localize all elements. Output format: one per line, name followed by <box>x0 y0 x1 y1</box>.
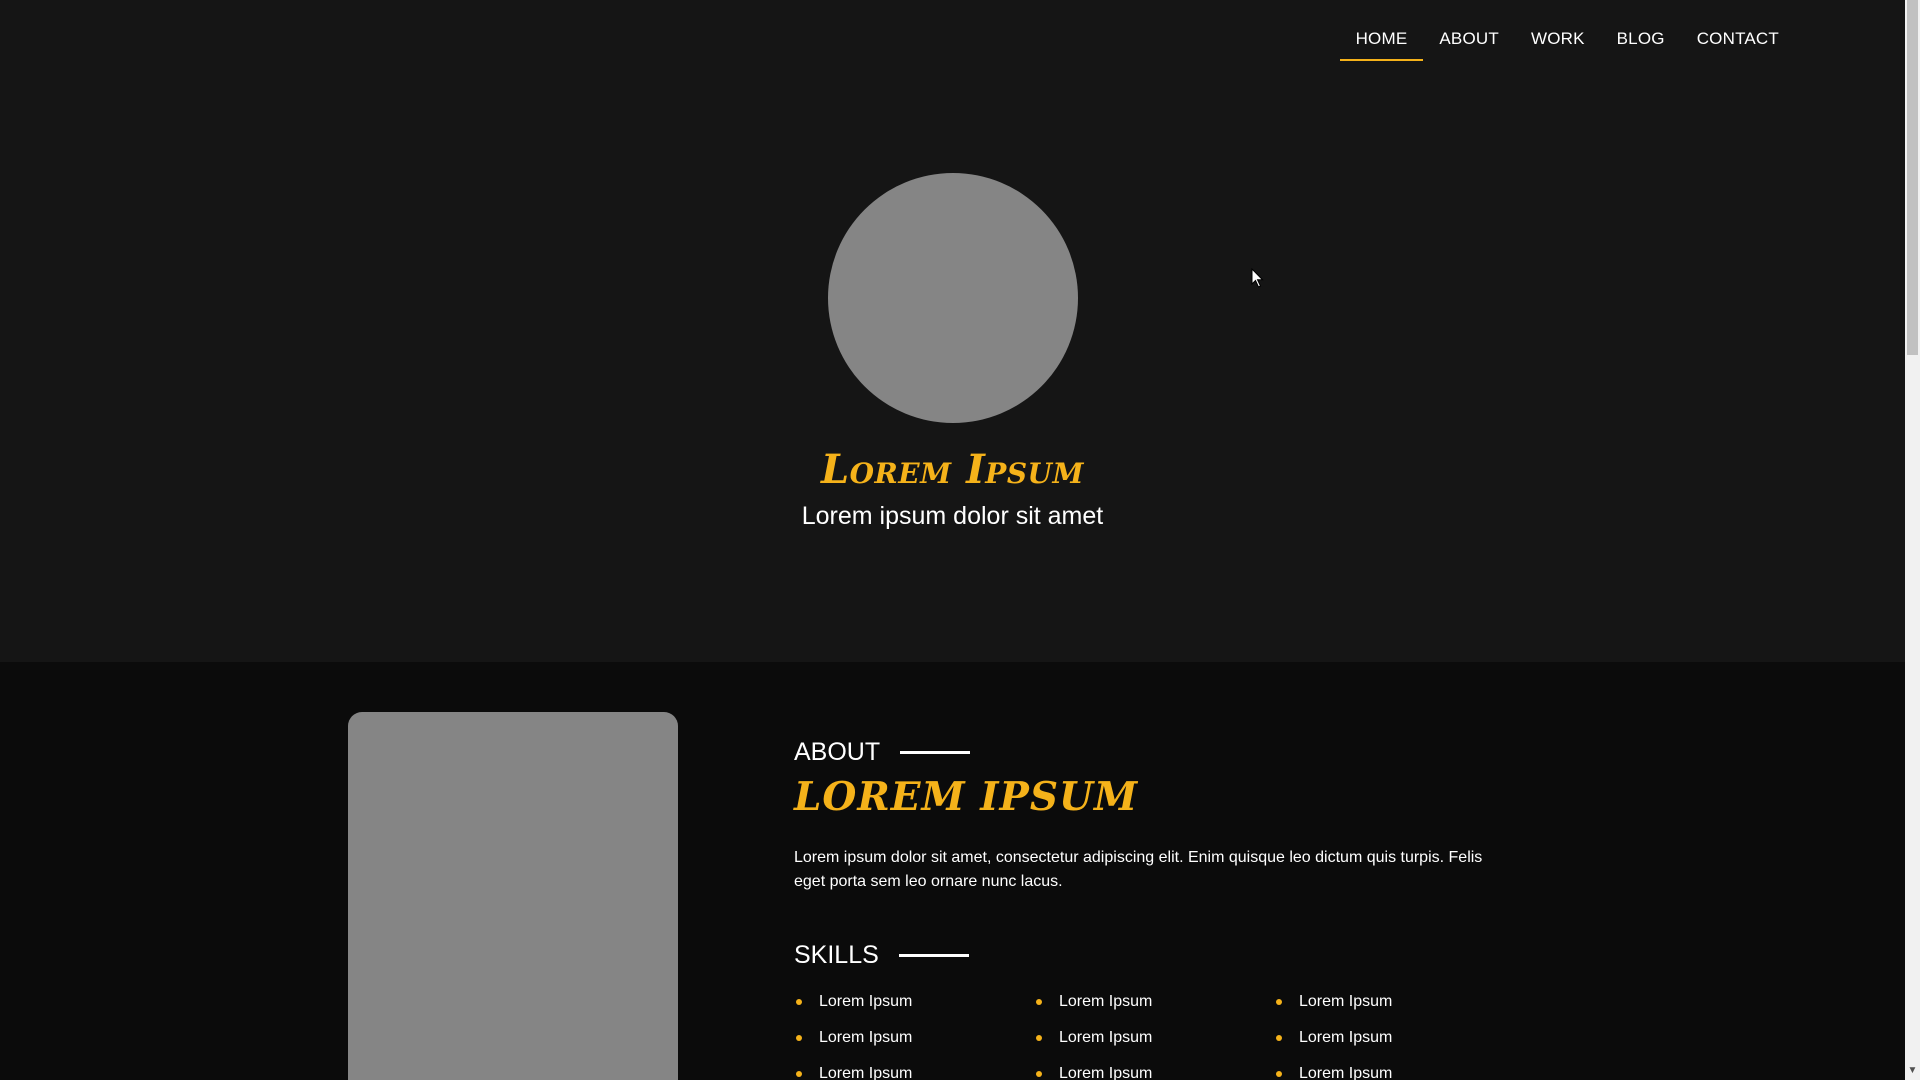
hero-avatar-placeholder <box>828 173 1078 423</box>
skills-heading-label: SKILLS <box>794 941 879 969</box>
about-heading-label: ABOUT <box>794 738 881 766</box>
scrollbar-thumb[interactable] <box>1907 0 1918 355</box>
skills-heading: SKILLS <box>794 941 969 970</box>
skill-item: Lorem Ipsum <box>1274 1026 1514 1050</box>
skill-item: Lorem Ipsum <box>794 1062 1034 1080</box>
skill-item: Lorem Ipsum <box>1034 1026 1274 1050</box>
hero-subtitle: Lorem ipsum dolor sit amet <box>801 502 1104 530</box>
page: Lorem Ipsum Lorem ipsum dolor sit amet H… <box>0 0 1920 1080</box>
about-image-placeholder <box>348 712 678 1080</box>
mouse-pointer-icon <box>1251 268 1264 288</box>
hero-section: Lorem Ipsum Lorem ipsum dolor sit amet <box>0 0 1905 662</box>
skill-item: Lorem Ipsum <box>1034 1062 1274 1080</box>
vertical-scrollbar[interactable]: ▼ <box>1905 0 1920 1080</box>
nav-item-work[interactable]: WORK <box>1515 17 1601 63</box>
skill-item: Lorem Ipsum <box>1034 990 1274 1014</box>
skill-item: Lorem Ipsum <box>794 990 1034 1014</box>
nav-item-blog[interactable]: BLOG <box>1601 17 1681 63</box>
hero-name: Lorem Ipsum <box>821 446 1084 493</box>
heading-divider <box>898 954 969 957</box>
skills-list: Lorem Ipsum Lorem Ipsum Lorem Ipsum Lore… <box>794 990 1514 1080</box>
about-section: ABOUT LOREM IPSUM Lorem ipsum dolor sit … <box>0 662 1905 1080</box>
skill-item: Lorem Ipsum <box>1274 990 1514 1014</box>
nav-item-home[interactable]: HOME <box>1339 17 1424 63</box>
top-navigation: HOME ABOUT WORK BLOG CONTACT <box>0 0 1905 80</box>
skill-item: Lorem Ipsum <box>1274 1062 1514 1080</box>
about-title: LOREM IPSUM <box>794 774 1139 820</box>
about-heading: ABOUT <box>794 738 971 767</box>
about-description: Lorem ipsum dolor sit amet, consectetur … <box>794 849 1483 890</box>
skill-item: Lorem Ipsum <box>794 1026 1034 1050</box>
nav-item-about[interactable]: ABOUT <box>1423 17 1515 63</box>
nav-list: HOME ABOUT WORK BLOG CONTACT <box>1339 17 1795 63</box>
heading-divider <box>900 751 971 754</box>
nav-item-contact[interactable]: CONTACT <box>1681 17 1795 63</box>
chevron-down-icon[interactable]: ▼ <box>1905 1064 1920 1078</box>
